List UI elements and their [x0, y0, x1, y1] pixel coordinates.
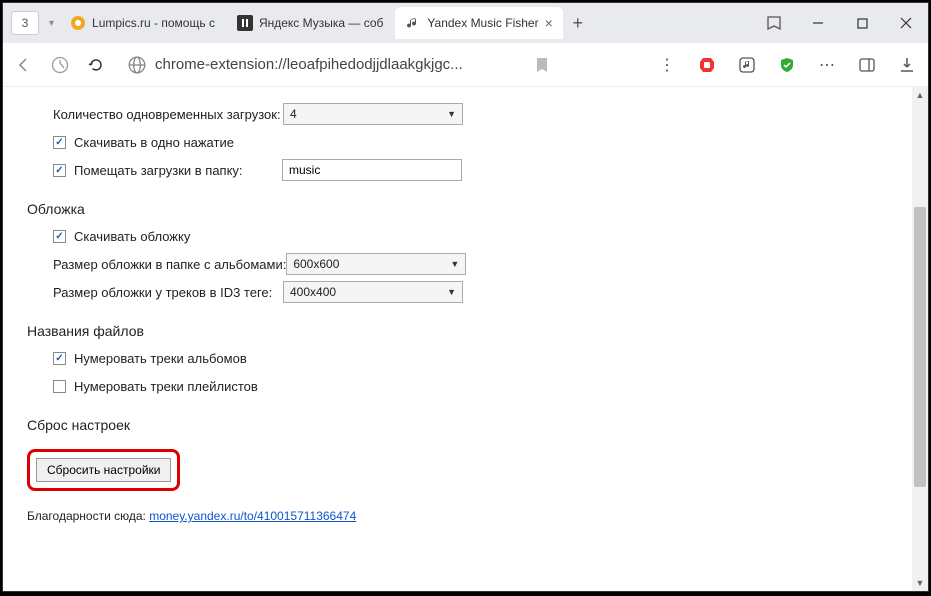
yandex-home-icon[interactable]: [47, 52, 73, 78]
chevron-down-icon: ▼: [447, 287, 456, 297]
scrollbar[interactable]: ▲ ▼: [912, 87, 928, 591]
url-field[interactable]: chrome-extension://leoafpihedodjjdlaakgk…: [119, 50, 519, 80]
chevron-down-icon[interactable]: ▾: [49, 18, 54, 29]
section-filenames-heading: Названия файлов: [27, 323, 904, 339]
new-tab-button[interactable]: +: [565, 10, 591, 36]
tab-title: Яндекс Музыка — соб: [259, 16, 383, 30]
oneclick-checkbox[interactable]: ✓: [53, 136, 66, 149]
concurrent-downloads-select[interactable]: 4 ▼: [283, 103, 463, 125]
download-cover-checkbox[interactable]: ✓: [53, 230, 66, 243]
tab-yandex-music-fisher[interactable]: Yandex Music Fisher ×: [395, 7, 562, 39]
site-icon: [127, 55, 147, 75]
tab-title: Lumpics.ru - помощь с: [92, 16, 215, 30]
row-number-playlists: Нумеровать треки плейлистов: [53, 375, 904, 397]
number-playlists-label: Нумеровать треки плейлистов: [74, 379, 258, 394]
tab-count-badge[interactable]: 3: [11, 11, 39, 35]
scroll-up-icon[interactable]: ▲: [912, 87, 928, 103]
toolbar-right: ⋮ ⋯: [654, 52, 920, 78]
oneclick-label: Скачивать в одно нажатие: [74, 135, 234, 150]
music-extension-icon[interactable]: [734, 52, 760, 78]
adblock-icon[interactable]: [694, 52, 720, 78]
section-cover-heading: Обложка: [27, 201, 904, 217]
folder-input[interactable]: [282, 159, 462, 181]
row-download-cover: ✓ Скачивать обложку: [53, 225, 904, 247]
chevron-down-icon: ▼: [447, 109, 456, 119]
row-album-cover-size: Размер обложки в папке с альбомами: 600x…: [53, 253, 904, 275]
address-bar: chrome-extension://leoafpihedodjjdlaakgk…: [3, 43, 928, 87]
chevron-down-icon: ▼: [450, 259, 459, 269]
row-oneclick: ✓ Скачивать в одно нажатие: [53, 131, 904, 153]
number-albums-checkbox[interactable]: ✓: [53, 352, 66, 365]
section-reset-heading: Сброс настроек: [27, 417, 904, 433]
row-concurrent-downloads: Количество одновременных загрузок: 4 ▼: [53, 103, 904, 125]
content-area: Количество одновременных загрузок: 4 ▼ ✓…: [3, 87, 928, 591]
reset-highlight: Сбросить настройки: [27, 449, 180, 491]
number-playlists-checkbox[interactable]: [53, 380, 66, 393]
row-id3-cover-size: Размер обложки у треков в ID3 теге: 400x…: [53, 281, 904, 303]
bookmark-bar-icon[interactable]: [752, 3, 796, 43]
download-cover-label: Скачивать обложку: [74, 229, 190, 244]
tab-title: Yandex Music Fisher: [427, 16, 538, 30]
concurrent-downloads-label: Количество одновременных загрузок:: [53, 107, 283, 122]
sidebar-icon[interactable]: [854, 52, 880, 78]
folder-label: Помещать загрузки в папку:: [74, 163, 282, 178]
globe-icon: [70, 15, 86, 31]
album-cover-size-label: Размер обложки в папке с альбомами:: [53, 257, 286, 272]
tabs: Lumpics.ru - помощь с Яндекс Музыка — со…: [60, 3, 752, 43]
id3-cover-size-label: Размер обложки у треков в ID3 теге:: [53, 285, 283, 300]
row-number-albums: ✓ Нумеровать треки альбомов: [53, 347, 904, 369]
tab-yandex-music[interactable]: Яндекс Музыка — соб: [227, 7, 393, 39]
scroll-down-icon[interactable]: ▼: [912, 575, 928, 591]
url-text: chrome-extension://leoafpihedodjjdlaakgk…: [155, 56, 463, 73]
number-albums-label: Нумеровать треки альбомов: [74, 351, 247, 366]
reset-button[interactable]: Сбросить настройки: [36, 458, 171, 482]
scrollbar-thumb[interactable]: [914, 207, 926, 487]
titlebar: 3 ▾ Lumpics.ru - помощь с Яндекс Музыка …: [3, 3, 928, 43]
pause-icon: [237, 15, 253, 31]
minimize-button[interactable]: [796, 3, 840, 43]
thanks-link[interactable]: money.yandex.ru/to/410015711366474: [149, 509, 356, 523]
music-note-icon: [405, 15, 421, 31]
bookmark-icon[interactable]: [529, 52, 555, 78]
reload-button[interactable]: [83, 52, 109, 78]
more-icon[interactable]: ⋯: [814, 52, 840, 78]
maximize-button[interactable]: [840, 3, 884, 43]
folder-checkbox[interactable]: ✓: [53, 164, 66, 177]
window-buttons: [752, 3, 928, 43]
tab-lumpics[interactable]: Lumpics.ru - помощь с: [60, 7, 225, 39]
close-button[interactable]: [884, 3, 928, 43]
id3-cover-size-select[interactable]: 400x400 ▼: [283, 281, 463, 303]
browser-window: 3 ▾ Lumpics.ru - помощь с Яндекс Музыка …: [2, 2, 929, 592]
album-cover-size-select[interactable]: 600x600 ▼: [286, 253, 466, 275]
close-icon[interactable]: ×: [545, 15, 553, 31]
back-button[interactable]: [11, 52, 37, 78]
shield-icon[interactable]: [774, 52, 800, 78]
download-icon[interactable]: [894, 52, 920, 78]
thanks-prefix: Благодарности сюда:: [27, 509, 149, 523]
menu-dots-icon[interactable]: ⋮: [654, 52, 680, 78]
thanks-line: Благодарности сюда: money.yandex.ru/to/4…: [27, 509, 904, 523]
row-folder: ✓ Помещать загрузки в папку:: [53, 159, 904, 181]
